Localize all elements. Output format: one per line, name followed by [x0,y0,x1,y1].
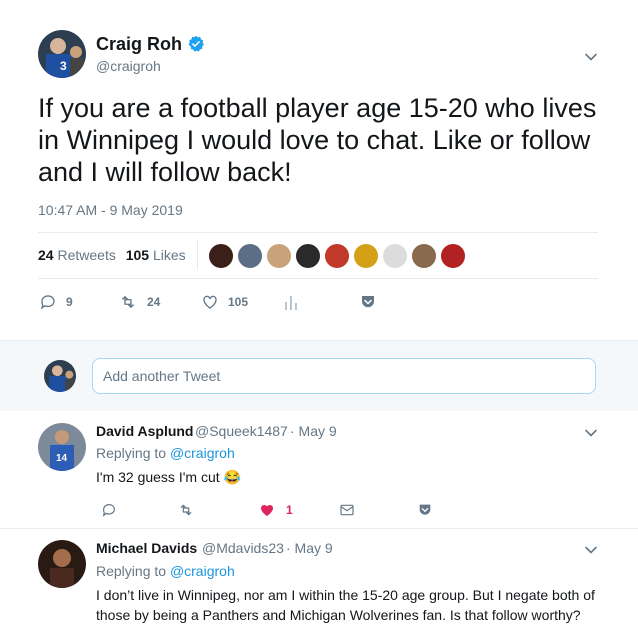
reply-author-handle[interactable]: @Squeek1487 [195,423,288,439]
retweet-icon [180,504,192,516]
chevron-down-icon[interactable] [583,49,599,65]
like-action[interactable]: 105 [200,292,248,312]
analytics-icon [285,296,297,310]
reply-author-handle[interactable]: @Mdavids23 [202,540,284,556]
reply-action[interactable]: 9 [38,292,73,312]
liker-avatar[interactable] [295,243,321,269]
divider [38,232,598,233]
reply-text: I don’t live in Winnipeg, nor am I withi… [96,587,595,623]
author-avatar[interactable]: 3 [38,30,86,78]
reply-like-count: 1 [286,503,293,517]
svg-text:3: 3 [60,59,67,73]
pocket-icon [362,296,374,308]
reply-date[interactable]: · May 9 [286,540,333,556]
author-name[interactable]: Craig Roh [96,34,182,55]
like-action[interactable]: 1 [258,500,293,520]
compose-input[interactable]: Add another Tweet [92,358,596,394]
reply-actions: 1 [100,500,440,520]
like-count: 105 [228,295,249,309]
chevron-down-icon[interactable] [583,425,599,441]
verified-badge-icon [188,35,205,52]
main-tweet: 3 Craig Roh @craigroh If you are a footb… [0,0,638,340]
reply-tweet[interactable]: Michael Davids @Mdavids23 · May 9 Replyi… [0,529,638,637]
reply-tweet[interactable]: 14 David Asplund @Squeek1487 · May 9 Rep… [0,411,638,529]
likes-stat[interactable]: 105 Likes [126,247,186,263]
save-action[interactable] [417,500,433,520]
svg-text:14: 14 [56,453,68,464]
retweet-action[interactable] [176,500,196,520]
reply-compose: Add another Tweet [0,340,638,412]
chevron-down-icon[interactable] [583,542,599,558]
replying-to: Replying to @craigroh [96,445,235,461]
tweet-text: If you are a football player age 15-20 w… [38,93,597,187]
save-action[interactable] [359,292,377,312]
mention-link[interactable]: @craigroh [170,445,235,461]
reply-text: I'm 32 guess I'm cut 😂 [96,469,241,485]
author-handle[interactable]: @craigroh [96,58,161,74]
dm-action[interactable] [338,500,356,520]
reply-author-name[interactable]: Michael Davids [96,540,197,556]
pocket-icon [419,504,431,515]
reply-avatar[interactable] [38,540,86,588]
envelope-icon [340,504,354,516]
retweet-count: 24 [147,295,161,309]
reply-icon [40,295,55,310]
liker-avatar[interactable] [353,243,379,269]
liker-avatar[interactable] [411,243,437,269]
liker-avatar[interactable] [324,243,350,269]
reply-action[interactable] [100,500,118,520]
liker-avatar[interactable] [237,243,263,269]
heart-icon [203,295,217,309]
user-avatar[interactable] [44,360,76,392]
stats-separator [197,240,198,270]
reply-count: 9 [66,295,73,309]
liker-avatar[interactable] [266,243,292,269]
liker-avatar[interactable] [440,243,466,269]
tweet-timestamp[interactable]: 10:47 AM - 9 May 2019 [38,202,183,218]
reply-date[interactable]: · May 9 [290,423,337,439]
reply-icon [102,504,115,517]
tweet-thread: 3 Craig Roh @craigroh If you are a footb… [0,0,638,637]
retweet-icon [122,296,134,308]
tweet-stats: 24 Retweets 105 Likes [38,247,192,263]
replying-to: Replying to @craigroh [96,563,235,579]
reply-author-name[interactable]: David Asplund [96,423,194,439]
reply-avatar[interactable]: 14 [38,423,86,471]
heart-filled-icon [261,504,273,516]
divider [38,278,598,279]
mention-link[interactable]: @craigroh [170,563,235,579]
retweets-stat[interactable]: 24 Retweets [38,247,116,263]
liker-avatar[interactable] [208,243,234,269]
liker-avatar[interactable] [382,243,408,269]
retweet-action[interactable]: 24 [117,292,160,312]
tweet-actions: 9 24 105 [38,292,438,312]
analytics-action[interactable] [283,292,299,312]
